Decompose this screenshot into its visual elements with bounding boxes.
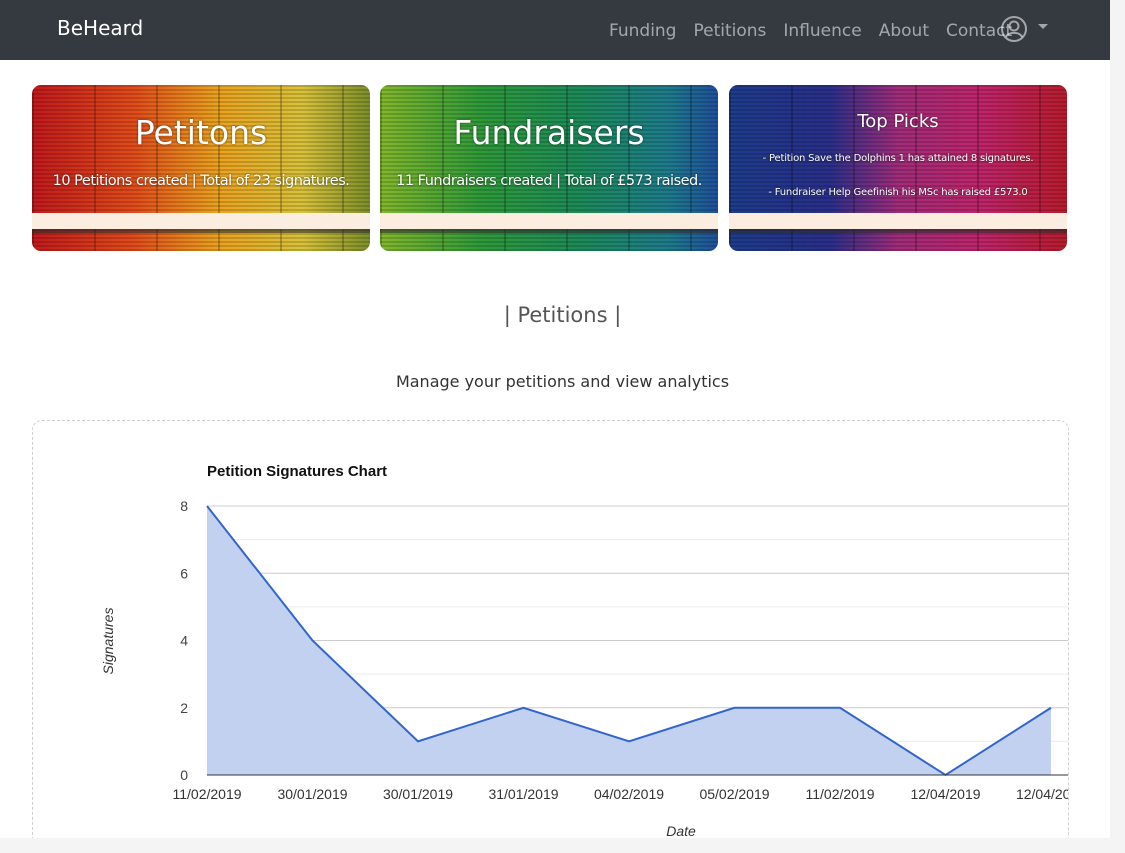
y-axis-title: Signatures (100, 608, 116, 675)
x-axis-title: Date (666, 823, 696, 838)
card-band (380, 213, 718, 229)
card-subtitle: 10 Petitions created | Total of 23 signa… (52, 173, 350, 189)
user-menu-dropdown[interactable] (1000, 15, 1052, 43)
chart-card: Petition Signatures Chart 0 2 4 6 8 11/02/2019… (32, 420, 1069, 838)
petitions-card[interactable]: Petitons 10 Petitions created | Total of… (32, 85, 370, 251)
brand-logo[interactable]: BeHeard (57, 16, 143, 40)
chevron-down-icon (1038, 24, 1048, 29)
chart-title: Petition Signatures Chart (207, 463, 387, 480)
top-picks-card[interactable]: Top Picks - Petition Save the Dolphins 1… (729, 85, 1067, 251)
x-tick-label: 11/02/2019 (172, 786, 241, 802)
y-tick-label: 2 (180, 700, 188, 716)
card-band-shadow (32, 229, 370, 233)
navbar: BeHeard Funding Petitions Influence Abou… (0, 0, 1110, 60)
card-band-shadow (380, 229, 718, 233)
x-tick-label: 11/02/2019 (805, 786, 874, 802)
x-tick-label: 12/04/2019 (1016, 786, 1068, 802)
card-title: Top Picks (857, 111, 939, 132)
x-tick-label: 05/02/2019 (699, 786, 769, 802)
card-band-shadow (729, 229, 1067, 233)
nav-about[interactable]: About (879, 21, 929, 41)
y-tick-label: 6 (180, 565, 188, 581)
nav-links: Funding Petitions Influence About Contac… (609, 19, 1029, 43)
x-tick-label: 04/02/2019 (594, 786, 664, 802)
card-title: Petitons (134, 113, 268, 152)
fundraisers-card[interactable]: Fundraisers 11 Fundraisers created | Tot… (380, 85, 718, 251)
top-pick-item[interactable]: - Fundraiser Help Geefinish his MSc has … (729, 187, 1067, 198)
x-tick-label: 30/01/2019 (383, 786, 453, 802)
nav-funding[interactable]: Funding (609, 21, 676, 41)
user-circle-icon (1001, 16, 1027, 42)
page: BeHeard Funding Petitions Influence Abou… (0, 0, 1110, 838)
x-tick-label: 12/04/2019 (910, 786, 980, 802)
y-tick-label: 0 (180, 767, 188, 783)
x-tick-label: 30/01/2019 (277, 786, 347, 802)
nav-petitions[interactable]: Petitions (693, 21, 766, 41)
card-title: Fundraisers (453, 113, 645, 152)
card-band (32, 213, 370, 229)
y-tick-label: 8 (180, 498, 188, 514)
card-subtitle: 11 Fundraisers created | Total of £573 r… (396, 173, 702, 189)
card-band (729, 213, 1067, 229)
nav-influence[interactable]: Influence (783, 21, 861, 41)
y-tick-label: 4 (180, 633, 188, 649)
x-tick-label: 31/01/2019 (488, 786, 558, 802)
section-lead: Manage your petitions and view analytics (395, 372, 730, 391)
section-title: | Petitions | (503, 303, 622, 327)
petition-signatures-chart: Petition Signatures Chart 0 2 4 6 8 11/02/2019… (100, 463, 1068, 838)
top-pick-item[interactable]: - Petition Save the Dolphins 1 has attai… (729, 153, 1067, 164)
